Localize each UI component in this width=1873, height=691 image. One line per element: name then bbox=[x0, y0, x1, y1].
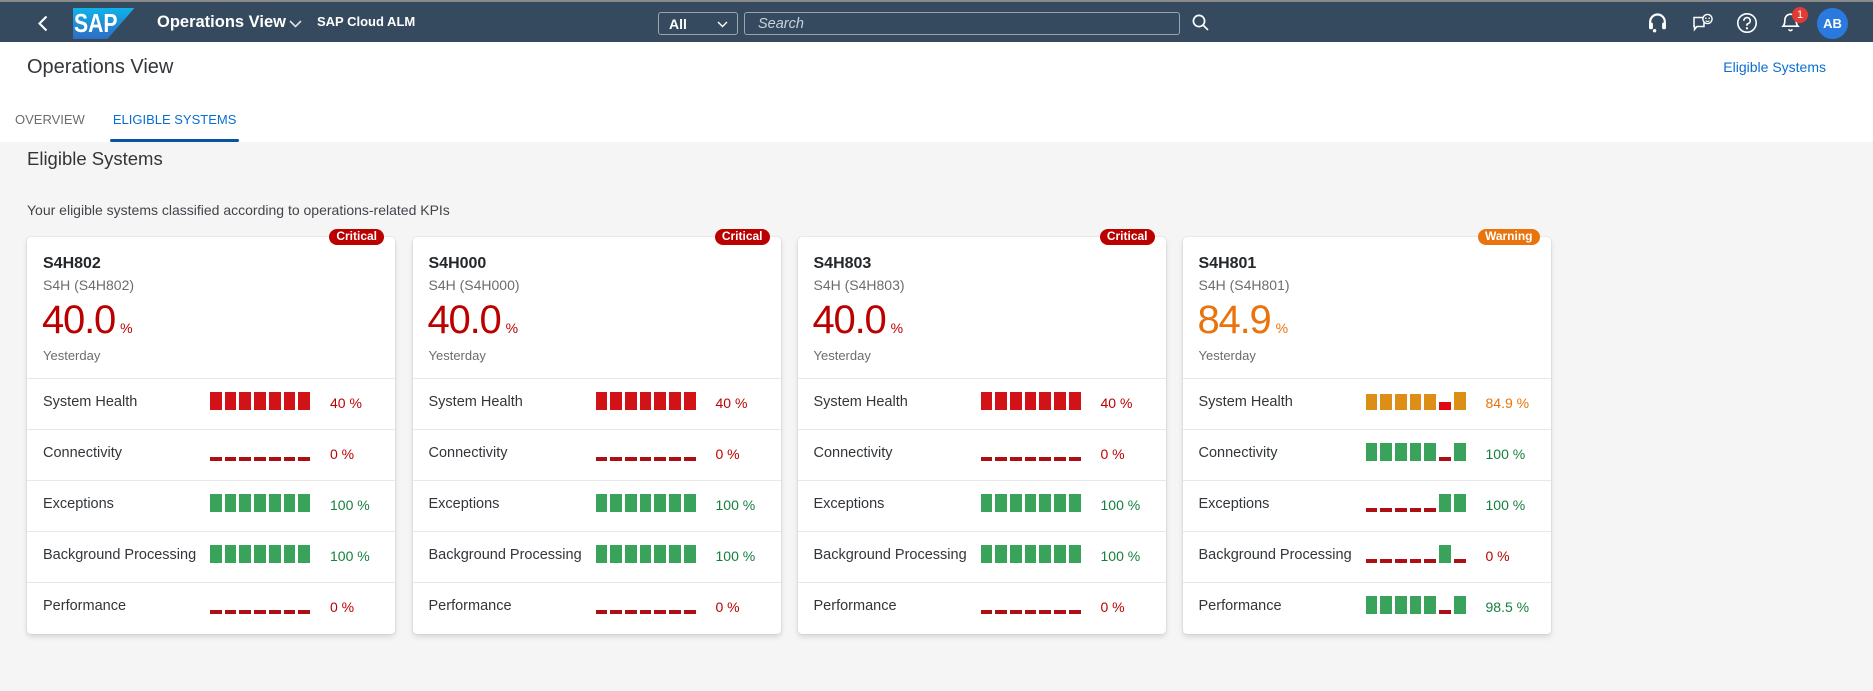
svg-text:SAP: SAP bbox=[74, 8, 118, 38]
